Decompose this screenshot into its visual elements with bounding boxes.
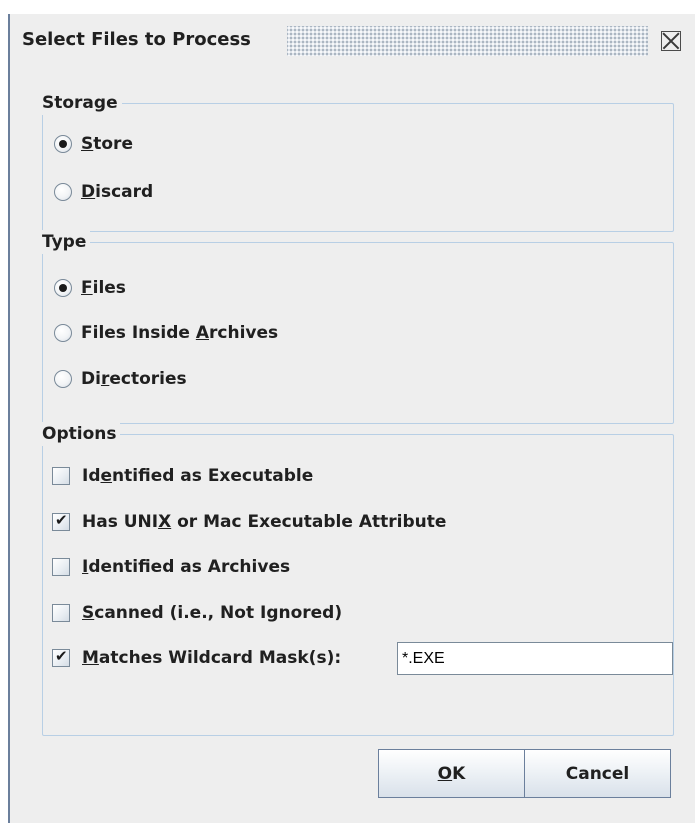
checkbox-unix-mac-executable-box[interactable] [52,511,70,531]
cancel-button-label: Cancel [565,763,630,784]
title-bar[interactable]: Select Files to Process [10,14,695,71]
radio-directories[interactable]: Directories [54,369,187,389]
checkbox-scanned-label: Scanned (i.e., Not Ignored) [82,603,343,623]
radio-directories-indicator[interactable] [54,370,72,388]
close-icon[interactable] [661,31,681,51]
radio-files-inside-archives-indicator[interactable] [54,324,72,342]
title-bar-grip[interactable] [287,26,648,56]
checkbox-scanned[interactable]: Scanned (i.e., Not Ignored) [52,603,342,623]
checkbox-identified-archives-box[interactable] [52,558,70,576]
radio-files-label: Files [81,278,126,298]
checkbox-wildcard-mask[interactable]: Matches Wildcard Mask(s): [52,647,342,668]
radio-files[interactable]: Files [54,278,126,298]
dialog-title: Select Files to Process [22,29,251,50]
radio-discard-label: Discard [81,182,154,202]
checkbox-identified-archives[interactable]: Identified as Archives [52,557,290,577]
radio-store-label: Store [81,134,133,154]
ok-button-label: OK [437,763,466,784]
dialog-window: Select Files to Process Storage Store Di… [8,14,695,823]
radio-files-inside-archives[interactable]: Files Inside Archives [54,323,278,343]
checkbox-identified-executable[interactable]: Identified as Executable [52,466,313,486]
checkbox-identified-executable-box[interactable] [52,467,70,485]
radio-discard[interactable]: Discard [54,182,153,202]
radio-store[interactable]: Store [54,134,133,154]
ok-button[interactable]: OK [378,749,525,798]
checkbox-wildcard-mask-box[interactable] [52,647,70,667]
radio-files-inside-archives-label: Files Inside Archives [81,323,279,343]
storage-group: Storage [42,91,674,232]
radio-files-indicator[interactable] [54,279,72,297]
radio-discard-indicator[interactable] [54,183,72,201]
checkbox-wildcard-mask-label: Matches Wildcard Mask(s): [82,648,342,668]
checkbox-scanned-box[interactable] [52,604,70,622]
cancel-button[interactable]: Cancel [524,749,671,798]
type-group-label: Type [42,230,91,254]
storage-group-label: Storage [42,91,122,115]
options-group-label: Options [42,422,121,446]
checkbox-identified-executable-label: Identified as Executable [82,466,314,486]
wildcard-mask-input[interactable] [397,642,673,675]
checkbox-identified-archives-label: Identified as Archives [82,557,291,577]
checkbox-unix-mac-executable[interactable]: Has UNIX or Mac Executable Attribute [52,511,447,532]
radio-store-indicator[interactable] [54,135,72,153]
checkbox-unix-mac-executable-label: Has UNIX or Mac Executable Attribute [82,512,447,532]
radio-directories-label: Directories [81,369,187,389]
